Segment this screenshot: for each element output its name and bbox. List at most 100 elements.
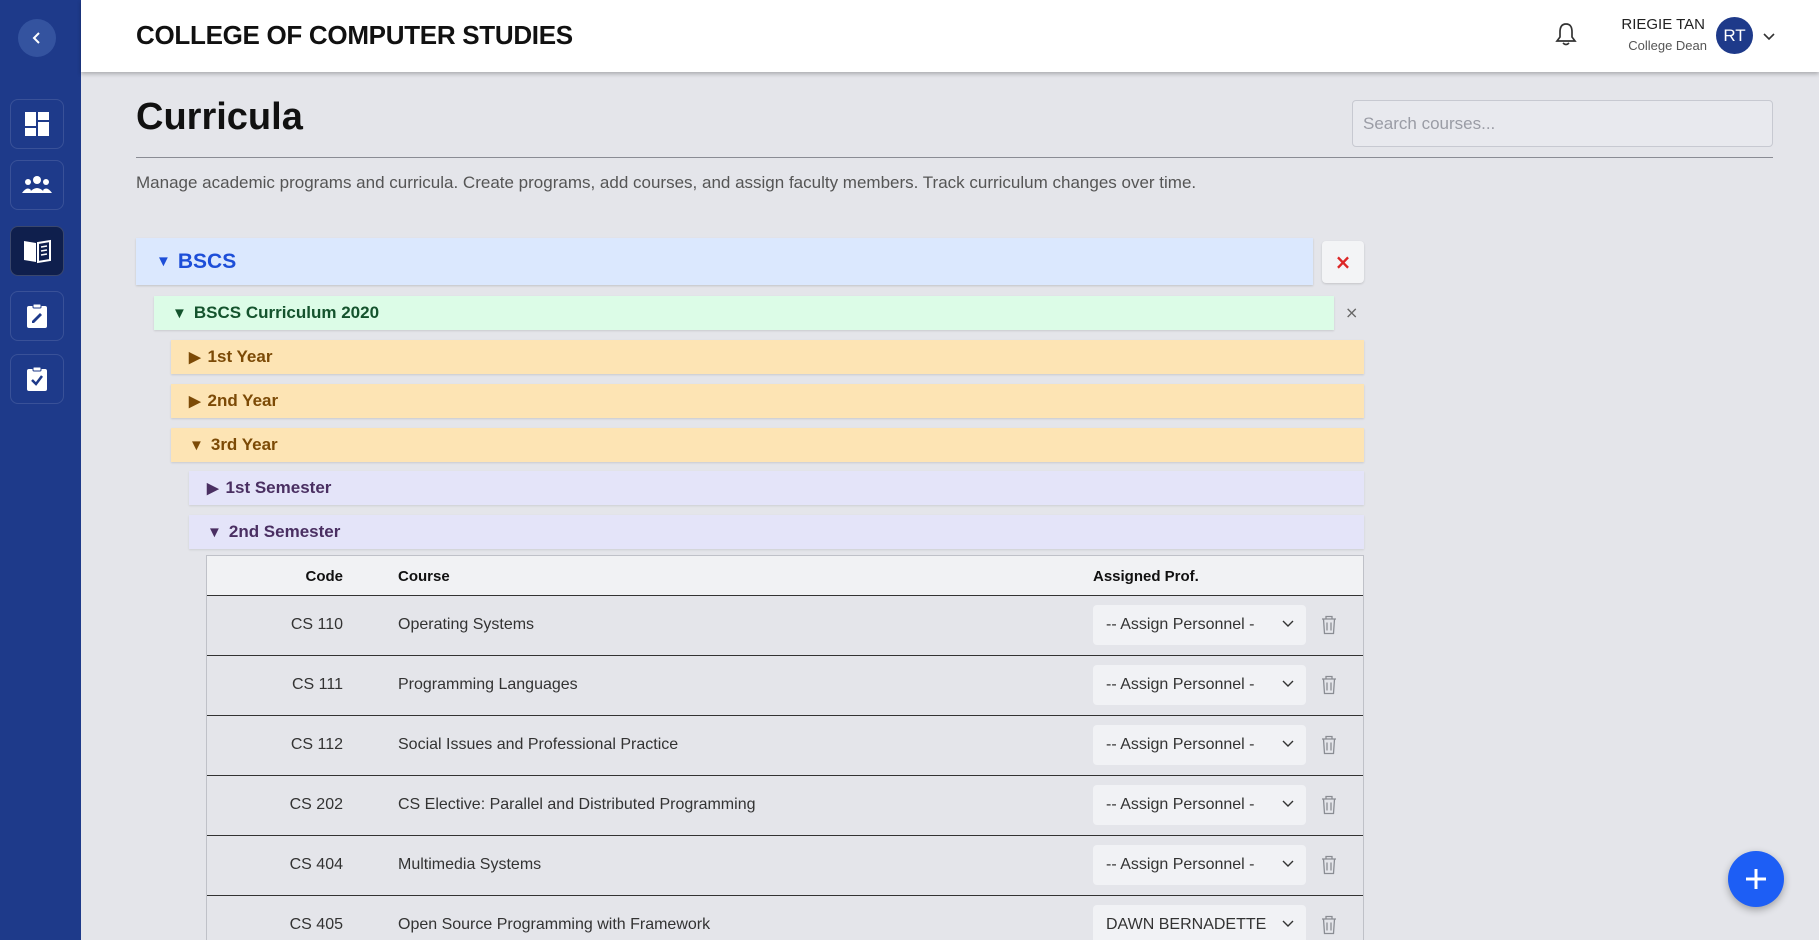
caret-expanded-icon: ▼ [172, 304, 187, 322]
caret-expanded-icon: ▼ [156, 253, 171, 270]
sidebar-item-approvals[interactable] [10, 354, 64, 404]
chevron-down-icon [1282, 920, 1294, 927]
page-description: Manage academic programs and curricula. … [136, 173, 1197, 192]
trash-icon [1322, 615, 1336, 635]
table-row: CS 110 Operating Systems -- Assign Perso… [207, 596, 1363, 656]
chevron-down-icon [1282, 680, 1294, 687]
delete-course-button[interactable] [1321, 735, 1337, 760]
semester-row-2[interactable]: ▼ 2nd Semester [189, 515, 1364, 549]
course-code: CS 202 [289, 796, 343, 813]
table-row: CS 111 Programming Languages -- Assign P… [207, 656, 1363, 716]
trash-icon [1322, 675, 1336, 695]
trash-icon [1322, 855, 1336, 875]
delete-course-button[interactable] [1321, 675, 1337, 700]
assign-personnel-select[interactable]: -- Assign Personnel - [1093, 785, 1306, 825]
sidebar-item-curricula[interactable] [10, 226, 64, 276]
year-row-2[interactable]: ▶ 2nd Year [171, 384, 1364, 418]
course-name: Open Source Programming with Framework [398, 916, 711, 933]
select-value: -- Assign Personnel - [1106, 796, 1255, 813]
caret-collapsed-icon: ▶ [189, 349, 201, 366]
add-button[interactable] [1728, 851, 1784, 907]
sidebar-item-dashboard[interactable] [10, 99, 64, 149]
avatar[interactable]: RT [1716, 17, 1753, 54]
book-icon [24, 239, 51, 264]
table-row: CS 112 Social Issues and Professional Pr… [207, 716, 1363, 776]
sidebar [0, 0, 81, 940]
course-code: CS 110 [290, 616, 343, 633]
column-header-course: Course [398, 568, 450, 585]
column-header-code: Code [305, 568, 344, 585]
delete-curriculum-button[interactable]: × [1345, 303, 1358, 322]
semester-label: 2nd Semester [228, 522, 341, 541]
year-row-1[interactable]: ▶ 1st Year [171, 340, 1364, 374]
semester-label: 1st Semester [225, 478, 332, 497]
year-row-3[interactable]: ▼ 3rd Year [171, 428, 1364, 462]
course-name: Programming Languages [398, 676, 578, 693]
chevron-down-icon [1282, 620, 1294, 627]
curriculum-row[interactable]: ▼ BSCS Curriculum 2020 [154, 296, 1334, 330]
caret-collapsed-icon: ▶ [207, 480, 219, 497]
select-value: -- Assign Personnel - [1106, 676, 1255, 693]
assign-personnel-select[interactable]: -- Assign Personnel - [1093, 665, 1306, 705]
chevron-down-icon [1282, 800, 1294, 807]
assign-personnel-select[interactable]: DAWN BERNADETTE [1093, 905, 1306, 940]
trash-icon [1322, 735, 1336, 755]
course-code: CS 111 [292, 676, 343, 693]
trash-icon [1322, 795, 1336, 815]
curriculum-label: BSCS Curriculum 2020 [193, 303, 380, 322]
column-header-assigned: Assigned Prof. [1093, 568, 1199, 585]
sidebar-item-users[interactable] [10, 160, 64, 210]
course-name: Operating Systems [398, 616, 535, 633]
course-name: Multimedia Systems [398, 856, 542, 873]
table-row: CS 202 CS Elective: Parallel and Distrib… [207, 776, 1363, 836]
caret-expanded-icon: ▼ [189, 436, 204, 454]
select-value: -- Assign Personnel - [1106, 856, 1255, 873]
chevron-left-icon [32, 32, 40, 44]
course-code: CS 112 [290, 736, 343, 753]
chevron-down-icon [1282, 740, 1294, 747]
table-row: CS 404 Multimedia Systems -- Assign Pers… [207, 836, 1363, 896]
search-input[interactable] [1352, 100, 1773, 147]
clipboard-edit-icon [27, 303, 47, 328]
delete-program-button[interactable]: × [1322, 241, 1364, 283]
delete-course-button[interactable] [1321, 615, 1337, 640]
course-name: CS Elective: Parallel and Distributed Pr… [398, 796, 756, 813]
page-title: Curricula [136, 96, 303, 138]
user-role: College Dean [1628, 38, 1707, 53]
course-code: CS 405 [289, 916, 343, 933]
clipboard-check-icon [27, 366, 47, 391]
user-menu-toggle[interactable] [1762, 27, 1776, 46]
year-label: 2nd Year [207, 391, 279, 410]
assign-personnel-select[interactable]: -- Assign Personnel - [1093, 725, 1306, 765]
delete-course-button[interactable] [1321, 795, 1337, 820]
chevron-down-icon [1282, 860, 1294, 867]
caret-expanded-icon: ▼ [207, 523, 222, 541]
program-label: BSCS [177, 249, 237, 273]
user-name: RIEGIE TAN [1621, 16, 1705, 33]
table-header: Code Course Assigned Prof. [207, 556, 1363, 596]
collapse-sidebar-button[interactable] [18, 19, 56, 57]
assign-personnel-select[interactable]: -- Assign Personnel - [1093, 845, 1306, 885]
year-label: 3rd Year [210, 435, 278, 454]
table-row: CS 405 Open Source Programming with Fram… [207, 896, 1363, 940]
top-header: COLLEGE OF COMPUTER STUDIES RIEGIE TAN C… [81, 0, 1819, 72]
courses-table: Code Course Assigned Prof. CS 110 Operat… [206, 555, 1364, 940]
assign-personnel-select[interactable]: -- Assign Personnel - [1093, 605, 1306, 645]
bell-icon [1555, 23, 1577, 46]
year-label: 1st Year [207, 347, 273, 366]
users-icon [22, 176, 52, 193]
trash-icon [1322, 915, 1336, 935]
chevron-down-icon [1763, 33, 1775, 41]
delete-course-button[interactable] [1321, 855, 1337, 880]
college-title: COLLEGE OF COMPUTER STUDIES [136, 20, 573, 50]
program-row-bscs[interactable]: ▼ BSCS [136, 238, 1313, 285]
caret-collapsed-icon: ▶ [189, 393, 201, 410]
delete-course-button[interactable] [1321, 915, 1337, 940]
title-divider [136, 157, 1773, 158]
select-value: DAWN BERNADETTE [1106, 916, 1267, 933]
sidebar-item-assignments[interactable] [10, 291, 64, 341]
select-value: -- Assign Personnel - [1106, 736, 1255, 753]
notifications-button[interactable] [1555, 22, 1577, 50]
semester-row-1[interactable]: ▶ 1st Semester [189, 471, 1364, 505]
select-value: -- Assign Personnel - [1106, 616, 1255, 633]
